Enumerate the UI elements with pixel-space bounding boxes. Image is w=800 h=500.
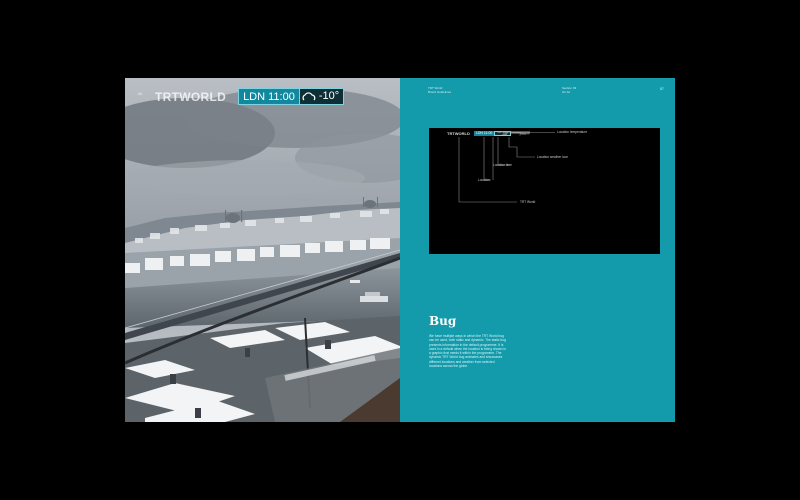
trt-world-logo: TRTWORLD [155, 89, 227, 104]
callout-temperature: Location temperature [557, 130, 588, 134]
callout-logo: TRT World [520, 200, 536, 204]
section-title: Bug [429, 314, 457, 328]
callout-time: Location time [493, 163, 512, 167]
page-number: 87 [660, 87, 664, 91]
page-number: 86 [138, 91, 143, 96]
header-right: Section 03 On Air [562, 86, 576, 94]
callout-location: Location [478, 178, 491, 182]
weather-box: -10° [299, 88, 345, 105]
temperature: -10° [318, 90, 340, 102]
cloud-icon [302, 92, 316, 101]
callout-weather-icon: Location weather icon [537, 155, 569, 159]
header-section-name: On Air [562, 89, 571, 94]
brochure-spread: 86 TRTWORLD LDN 11:00 -10° TRT World Bra… [125, 78, 675, 422]
istanbul-photo [125, 78, 400, 422]
body-text: We have multiple ways in which the TRT W… [429, 334, 506, 369]
onair-bug: TRTWORLD LDN 11:00 -10° [155, 88, 345, 105]
location-time: LDN 11:00 [238, 88, 300, 105]
header-doc: Brand Guidelines [428, 89, 452, 94]
right-page: TRT World Brand Guidelines Section 03 On… [400, 78, 675, 422]
bug-diagram: TRTWORLD LDN 11:00 ⌒ -10° Location tempe… [429, 128, 660, 254]
left-page: 86 TRTWORLD LDN 11:00 -10° [125, 78, 400, 422]
callout-lines [458, 131, 555, 203]
header-left: TRT World Brand Guidelines [428, 86, 452, 94]
